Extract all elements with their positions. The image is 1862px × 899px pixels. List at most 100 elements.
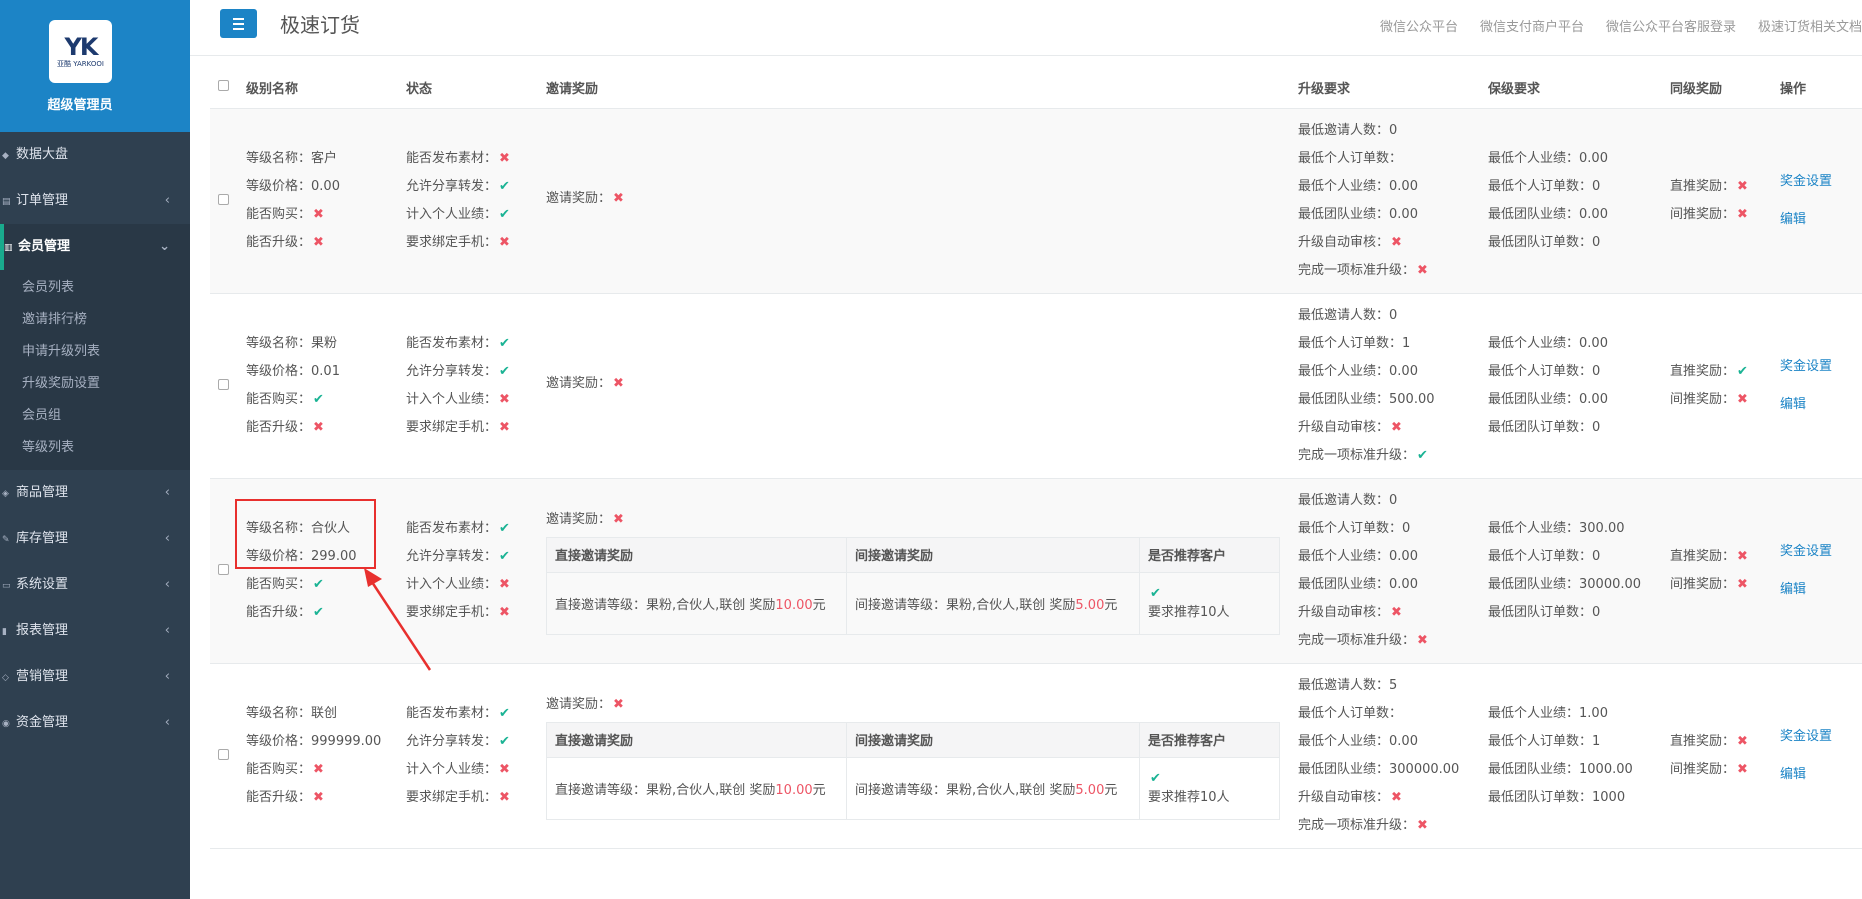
row-checkbox[interactable] (218, 193, 229, 205)
edit-link[interactable]: 编辑 (1780, 571, 1862, 609)
field-line: 计入个人业绩： ✔ (406, 201, 546, 229)
top-link[interactable]: 极速订货相关文档 (1758, 16, 1862, 35)
field-value: 0 (1592, 548, 1601, 564)
reward-settings-link[interactable]: 奖金设置 (1780, 718, 1862, 756)
top-link[interactable]: 微信公众平台客服登录 (1606, 16, 1736, 35)
dashboard-icon: ◆ (2, 151, 9, 161)
top-link[interactable]: 微信支付商户平台 (1480, 16, 1584, 35)
tag-icon: ◇ (2, 673, 9, 683)
field-line: 最低团队订单数：1000 (1488, 784, 1670, 812)
check-icon: ✔ (1737, 363, 1748, 379)
cross-icon: ✖ (313, 789, 324, 805)
edit-icon: ✎ (2, 535, 10, 545)
field-line: 最低团队业绩：0.00 (1298, 201, 1488, 229)
edit-link[interactable]: 编辑 (1780, 386, 1862, 424)
field-line: 升级自动审核： ✖ (1298, 784, 1488, 812)
field-label: 最低个人业绩： (1488, 520, 1580, 536)
field-line: 直推奖励： ✖ (1670, 173, 1780, 201)
sidebar-item[interactable]: ▥ 会员管理 ⌄ (0, 224, 190, 270)
field-line: 间推奖励： ✖ (1670, 386, 1780, 414)
level-table-container: 级别名称 状态 邀请奖励 升级要求 保级要求 同级奖励 操作 等级名称：客户 等级… (210, 68, 1862, 849)
field-line: 最低个人订单数：0 (1488, 358, 1670, 386)
sidebar-item[interactable]: ▤ 订单管理 ‹ (0, 178, 190, 224)
select-all-checkbox[interactable] (218, 80, 229, 92)
edit-link[interactable]: 编辑 (1780, 201, 1862, 239)
cross-icon: ✖ (499, 150, 510, 166)
sidebar-item[interactable]: ✎ 库存管理 ‹ (0, 516, 190, 562)
sidebar-item-label: 数据大盘 (16, 147, 69, 162)
sidebar-item-label: 商品管理 (16, 485, 69, 500)
inner-col-indirect: 间接邀请奖励 (846, 721, 1140, 758)
submenu-item[interactable]: 会员组 (0, 400, 190, 432)
edit-link[interactable]: 编辑 (1780, 756, 1862, 794)
field-line: 完成一项标准升级： ✔ (1298, 442, 1488, 470)
field-label: 升级自动审核： (1298, 604, 1390, 620)
field-label: 等级价格： (246, 733, 312, 749)
field-line: 能否发布素材： ✔ (406, 330, 546, 358)
cross-icon: ✖ (1737, 576, 1748, 592)
field-label: 最低个人订单数： (1488, 363, 1593, 379)
field-label: 最低个人业绩： (1298, 363, 1390, 379)
submenu-item[interactable]: 会员列表 (0, 272, 190, 304)
field-label: 最低团队业绩： (1298, 206, 1390, 222)
sidebar-item[interactable]: ◉ 资金管理 ‹ (0, 700, 190, 746)
submenu-item[interactable]: 升级奖励设置 (0, 368, 190, 400)
field-label: 最低个人订单数： (1488, 178, 1593, 194)
row-checkbox[interactable] (218, 748, 229, 760)
sidebar-item-label: 营销管理 (16, 669, 69, 684)
top-links: 微信公众平台 微信支付商户平台 微信公众平台客服登录 极速订货相关文档 (1380, 16, 1862, 35)
field-line: 完成一项标准升级： ✖ (1298, 627, 1488, 655)
direct-amount: 10.00 (775, 782, 813, 798)
sidebar-item[interactable]: ▮ 报表管理 ‹ (0, 608, 190, 654)
company-logo[interactable]: YK 亚酷 YARKOOI (49, 20, 112, 83)
cross-icon: ✖ (499, 234, 510, 250)
invite-reward-table: 直接邀请奖励 间接邀请奖励 是否推荐客户 直接邀请等级：果粉,合伙人,联创 奖励10.… (546, 536, 1280, 635)
field-label: 能否购买： (246, 391, 312, 407)
sidebar-item[interactable]: ◈ 商品管理 ‹ (0, 470, 190, 516)
reward-settings-link[interactable]: 奖金设置 (1780, 163, 1862, 201)
field-value: 0 (1592, 419, 1601, 435)
cross-icon: ✖ (499, 789, 510, 805)
reward-settings-link[interactable]: 奖金设置 (1780, 533, 1862, 571)
field-value: 0.00 (1389, 576, 1418, 592)
reward-settings-link[interactable]: 奖金设置 (1780, 348, 1862, 386)
field-line: 等级名称：客户 (246, 145, 406, 173)
cross-icon: ✖ (613, 511, 624, 527)
row-checkbox[interactable] (218, 563, 229, 575)
submenu-item[interactable]: 等级列表 (0, 432, 190, 464)
sidebar-item[interactable]: ▭ 系统设置 ‹ (0, 562, 190, 608)
field-line: 等级名称：果粉 (246, 330, 406, 358)
field-label: 最低邀请人数： (1298, 677, 1390, 693)
field-line: 计入个人业绩： ✖ (406, 386, 546, 414)
field-value: 0.01 (311, 363, 340, 379)
field-line: 等级名称：联创 (246, 700, 406, 728)
chevron-down-icon: ⌄ (159, 239, 170, 254)
field-line: 最低团队业绩：30000.00 (1488, 571, 1670, 599)
cross-icon: ✖ (313, 419, 324, 435)
submenu-item[interactable]: 邀请排行榜 (0, 304, 190, 336)
field-label: 直推奖励： (1670, 178, 1736, 194)
field-line: 最低个人订单数：0 (1488, 543, 1670, 571)
direct-reward-cell: 直接邀请等级：果粉,合伙人,联创 奖励10.00元 (546, 571, 847, 635)
top-link[interactable]: 微信公众平台 (1380, 16, 1458, 35)
check-icon: ✔ (1417, 447, 1428, 463)
recommend-cell: ✔ 要求推荐10人 (1139, 756, 1280, 820)
sidebar-item[interactable]: ◇ 营销管理 ‹ (0, 654, 190, 700)
field-line: 最低个人业绩：0.00 (1298, 173, 1488, 201)
field-label: 最低团队业绩： (1488, 761, 1580, 777)
col-upgrade: 升级要求 (1298, 68, 1488, 109)
menu-toggle-button[interactable] (220, 9, 257, 38)
field-label: 能否升级： (246, 789, 312, 805)
submenu-item[interactable]: 申请升级列表 (0, 336, 190, 368)
field-label: 能否发布素材： (406, 705, 498, 721)
sidebar-item[interactable]: ◆ 数据大盘 (0, 132, 190, 178)
field-label: 最低个人业绩： (1298, 733, 1390, 749)
row-checkbox[interactable] (218, 378, 229, 390)
chevron-left-icon: ‹ (164, 623, 170, 638)
bar-chart-icon: ▮ (2, 627, 7, 637)
field-line: 升级自动审核： ✖ (1298, 599, 1488, 627)
field-label: 间推奖励： (1670, 761, 1736, 777)
field-value: 300.00 (1579, 520, 1625, 536)
field-line: 直推奖励： ✔ (1670, 358, 1780, 386)
field-line: 最低个人业绩：0.00 (1488, 145, 1670, 173)
